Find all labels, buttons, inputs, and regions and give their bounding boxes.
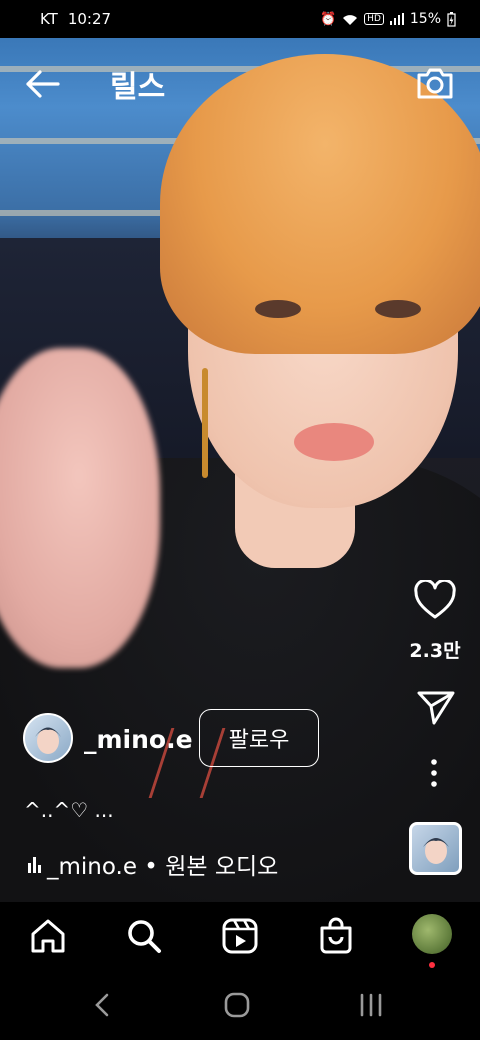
clock: 10:27 xyxy=(67,10,112,28)
username[interactable]: _mino.e xyxy=(84,725,193,754)
like-count: 2.3만 xyxy=(409,640,461,662)
signal-icon xyxy=(389,13,404,25)
battery-percent: 15% xyxy=(409,11,441,27)
search-icon[interactable] xyxy=(124,916,164,956)
back-icon[interactable] xyxy=(92,992,112,1018)
send-icon[interactable] xyxy=(416,690,456,726)
hd-icon: HD xyxy=(364,13,384,25)
notification-dot xyxy=(429,962,435,968)
reels-header: 릴스 xyxy=(0,38,480,128)
reels-icon[interactable] xyxy=(220,916,260,956)
audio-thumbnail-face xyxy=(423,838,449,864)
audio-info[interactable]: _mino.e • 원본 오디오 xyxy=(28,847,278,881)
more-options-icon[interactable] xyxy=(428,758,440,788)
home-circle-icon[interactable] xyxy=(223,991,251,1019)
profile-avatar[interactable] xyxy=(412,914,452,954)
heart-icon[interactable] xyxy=(413,580,457,620)
audio-label: _mino.e • 원본 오디오 xyxy=(47,854,279,880)
system-navigation xyxy=(0,970,480,1040)
battery-charging-icon xyxy=(447,11,456,27)
shop-icon[interactable] xyxy=(316,916,356,956)
bottom-navigation xyxy=(0,902,480,970)
carrier-label: KT xyxy=(40,10,58,28)
reel-video[interactable] xyxy=(0,38,480,902)
follow-button[interactable]: 팔로우 xyxy=(199,709,319,767)
wifi-icon xyxy=(343,14,358,25)
camera-icon[interactable] xyxy=(414,62,456,104)
arrow-left-icon[interactable] xyxy=(22,64,62,104)
status-bar: KT 10:27 ⏰ HD 15% xyxy=(0,0,480,38)
avatar-face xyxy=(35,727,61,754)
home-icon[interactable] xyxy=(28,916,68,956)
recents-icon[interactable] xyxy=(358,992,384,1018)
caption[interactable]: ^..^♡ ... xyxy=(24,798,114,822)
audio-bars-icon xyxy=(28,855,41,873)
audio-thumbnail[interactable] xyxy=(409,822,462,875)
alarm-icon: ⏰ xyxy=(319,11,337,27)
avatar[interactable] xyxy=(23,713,73,763)
page-title: 릴스 xyxy=(110,70,166,105)
